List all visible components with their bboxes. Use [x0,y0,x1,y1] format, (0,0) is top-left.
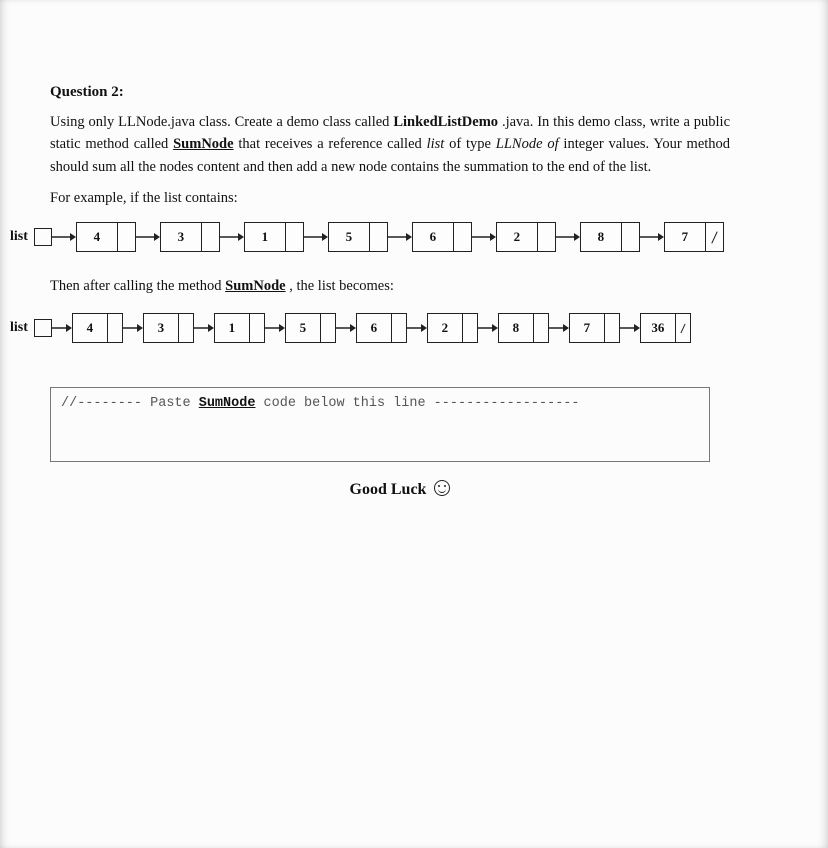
ll-node: 8 [498,313,549,343]
ll-node: 7 [569,313,620,343]
arrow-icon [220,231,244,243]
ll-node: 1 [244,222,304,252]
node-data: 6 [356,313,392,343]
node-ptr [202,222,220,252]
node-ptr [250,313,265,343]
txt: that receives a reference called [238,136,426,152]
node-data: 3 [143,313,179,343]
linked-list-after: list 4 3 1 5 6 2 8 7 36 [10,313,808,343]
ll-node: 8 [580,222,640,252]
arrow-icon [549,322,569,334]
node-data: 36 [640,313,676,343]
node-data: 2 [427,313,463,343]
arrow-icon [52,322,72,334]
code-comment-post: code below this line ------------------ [255,396,579,411]
null-ptr [676,313,691,343]
smiley-icon [434,480,450,496]
ll-node: 4 [72,313,123,343]
node-ptr [454,222,472,252]
arrow-icon [472,231,496,243]
node-ptr [392,313,407,343]
param-name: list [427,136,445,152]
txt: Then after calling the method [50,278,225,294]
ll-node: 2 [427,313,478,343]
ll-node: 1 [214,313,265,343]
arrow-icon [194,322,214,334]
node-ptr [534,313,549,343]
node-ptr [622,222,640,252]
node-ptr [118,222,136,252]
null-ptr [706,222,724,252]
method-name: SumNode [225,278,285,294]
node-data: 7 [664,222,706,252]
node-data: 5 [328,222,370,252]
node-data: 8 [498,313,534,343]
question-paragraph: Using only LLNode.java class. Create a d… [50,111,730,178]
question-label: Question 2: [50,84,808,101]
node-ptr [463,313,478,343]
node-ptr [605,313,620,343]
head-box [34,228,52,246]
linked-list-before: list 4 3 1 5 6 2 [10,222,808,252]
arrow-icon [478,322,498,334]
list-label: list [10,229,28,245]
code-paste-area: //-------- Paste SumNode code below this… [50,387,710,462]
ll-node: 7 [664,222,724,252]
txt: , the list becomes: [289,278,394,294]
code-comment-pre: //-------- Paste [61,396,199,411]
method-name: SumNode [199,396,256,411]
arrow-icon [304,231,328,243]
class-name: LinkedListDemo [393,114,498,130]
arrow-icon [136,231,160,243]
type-name: LLNode of [496,136,559,152]
arrow-icon [620,322,640,334]
node-data: 6 [412,222,454,252]
ll-node: 4 [76,222,136,252]
node-ptr [538,222,556,252]
then-line: Then after calling the method SumNode , … [50,278,808,295]
node-data: 5 [285,313,321,343]
ll-node: 2 [496,222,556,252]
arrow-icon [265,322,285,334]
txt: Using only LLNode.java class. Create a d… [50,114,393,130]
node-data: 7 [569,313,605,343]
arrow-icon [407,322,427,334]
node-ptr [108,313,123,343]
arrow-icon [640,231,664,243]
node-ptr [370,222,388,252]
list-label: list [10,320,28,336]
document-page: Question 2: Using only LLNode.java class… [0,0,828,848]
arrow-icon [52,231,76,243]
arrow-icon [336,322,356,334]
head-box [34,319,52,337]
node-data: 4 [72,313,108,343]
txt: of type [449,136,496,152]
node-ptr [321,313,336,343]
good-luck-text: Good Luck [350,481,427,498]
node-data: 3 [160,222,202,252]
node-ptr [286,222,304,252]
ll-node: 6 [412,222,472,252]
example-intro: For example, if the list contains: [50,190,808,207]
ll-node: 6 [356,313,407,343]
node-data: 8 [580,222,622,252]
good-luck: Good Luck [50,480,750,499]
arrow-icon [556,231,580,243]
node-data: 1 [244,222,286,252]
arrow-icon [388,231,412,243]
ll-node: 3 [160,222,220,252]
ll-node: 5 [328,222,388,252]
node-data: 1 [214,313,250,343]
ll-node: 5 [285,313,336,343]
method-name: SumNode [173,136,233,152]
node-data: 4 [76,222,118,252]
arrow-icon [123,322,143,334]
ll-node: 3 [143,313,194,343]
ll-node-sum: 36 [640,313,691,343]
node-ptr [179,313,194,343]
node-data: 2 [496,222,538,252]
